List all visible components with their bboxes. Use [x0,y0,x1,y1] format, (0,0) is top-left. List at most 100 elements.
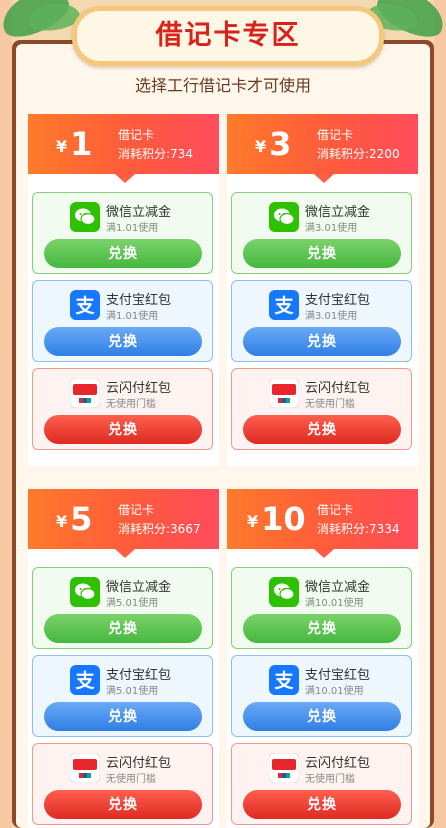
offer-condition: 无使用门槛 [305,399,355,410]
coupon-card: ¥3 借记卡 消耗积分:2200 微信立减金 满3.01使用 兑换 支 支付宝红… [227,114,418,466]
yunshanfu-icon [269,378,299,408]
redeem-button[interactable]: 兑换 [44,239,202,268]
coupon-amount: ¥10 [247,499,306,545]
card-header: ¥5 借记卡 消耗积分:3667 [28,489,219,549]
offer-wechat: 微信立减金 满1.01使用 兑换 [32,192,213,274]
amount-value: 1 [70,125,93,163]
currency-symbol: ¥ [247,512,259,531]
svg-text:支: 支 [273,670,294,692]
redeem-button[interactable]: 兑换 [243,790,401,819]
card-type-label: 借记卡 [317,503,354,517]
alipay-icon: 支 [70,290,100,320]
offer-name: 微信立减金 [106,580,172,595]
redeem-button[interactable]: 兑换 [44,702,202,731]
header-pointer [314,549,334,558]
offer-wechat: 微信立减金 满5.01使用 兑换 [32,567,213,649]
amount-value: 5 [70,500,93,538]
offer-alipay: 支 支付宝红包 满10.01使用 兑换 [231,655,412,737]
redeem-button[interactable]: 兑换 [243,614,401,643]
card-header: ¥1 借记卡 消耗积分:734 [28,114,219,174]
offer-name: 云闪付红包 [106,381,172,396]
points-cost: 消耗积分:734 [118,147,193,161]
currency-symbol: ¥ [56,137,68,156]
header-pointer [314,174,334,183]
offer-alipay: 支 支付宝红包 满1.01使用 兑换 [32,280,213,362]
coupon-card: ¥10 借记卡 消耗积分:7334 微信立减金 满10.01使用 兑换 支 支付… [227,489,418,828]
offer-yunshanfu: 云闪付红包 无使用门槛 兑换 [32,743,213,825]
offer-name: 微信立减金 [106,205,172,220]
offer-condition: 满1.01使用 [106,311,159,322]
offer-name: 支付宝红包 [305,293,371,308]
redeem-button[interactable]: 兑换 [243,415,401,444]
alipay-icon: 支 [70,665,100,695]
card-header: ¥10 借记卡 消耗积分:7334 [227,489,418,549]
offer-alipay: 支 支付宝红包 满3.01使用 兑换 [231,280,412,362]
coupon-card: ¥5 借记卡 消耗积分:3667 微信立减金 满5.01使用 兑换 支 支付宝红… [28,489,219,828]
header-pointer [115,174,135,183]
offer-condition: 无使用门槛 [106,399,156,410]
offer-alipay: 支 支付宝红包 满5.01使用 兑换 [32,655,213,737]
alipay-icon: 支 [269,290,299,320]
offer-wechat: 微信立减金 满10.01使用 兑换 [231,567,412,649]
offer-condition: 满3.01使用 [305,311,358,322]
offer-condition: 满3.01使用 [305,223,358,234]
page-title: 借记卡专区 [155,20,301,51]
offer-yunshanfu: 云闪付红包 无使用门槛 兑换 [32,368,213,450]
card-type-label: 借记卡 [317,128,354,142]
offer-condition: 满5.01使用 [106,686,159,697]
wechat-icon [269,577,299,607]
offer-wechat: 微信立减金 满3.01使用 兑换 [231,192,412,274]
amount-value: 10 [261,500,306,538]
offer-condition: 无使用门槛 [305,774,355,785]
offer-yunshanfu: 云闪付红包 无使用门槛 兑换 [231,368,412,450]
card-header: ¥3 借记卡 消耗积分:2200 [227,114,418,174]
page-subtitle: 选择工行借记卡才可使用 [134,76,311,95]
coupon-amount: ¥3 [255,124,291,170]
redeem-button[interactable]: 兑换 [44,614,202,643]
background-left-strip [0,0,12,828]
offer-condition: 满10.01使用 [305,598,364,609]
offer-name: 云闪付红包 [305,756,371,771]
redeem-button[interactable]: 兑换 [44,415,202,444]
redeem-button[interactable]: 兑换 [243,327,401,356]
alipay-icon: 支 [269,665,299,695]
coupon-amount: ¥1 [56,124,92,170]
card-type-label: 借记卡 [118,503,155,517]
offer-condition: 满10.01使用 [305,686,364,697]
title-banner: 借记卡专区 [72,6,384,66]
offer-name: 支付宝红包 [106,668,172,683]
redeem-button[interactable]: 兑换 [44,327,202,356]
yunshanfu-icon [70,378,100,408]
redeem-button[interactable]: 兑换 [243,702,401,731]
wechat-icon [70,577,100,607]
points-cost: 消耗积分:7334 [317,522,400,536]
wechat-icon [70,202,100,232]
coupon-card: ¥1 借记卡 消耗积分:734 微信立减金 满1.01使用 兑换 支 支付宝红包… [28,114,219,466]
svg-text:支: 支 [273,295,294,317]
background-right-strip [434,0,446,828]
offer-name: 云闪付红包 [305,381,371,396]
currency-symbol: ¥ [255,137,267,156]
card-type-label: 借记卡 [118,128,155,142]
points-cost: 消耗积分:2200 [317,147,400,161]
coupon-amount: ¥5 [56,499,92,545]
offer-name: 支付宝红包 [305,668,371,683]
svg-text:支: 支 [74,295,95,317]
offer-name: 微信立减金 [305,205,371,220]
redeem-button[interactable]: 兑换 [243,239,401,268]
offer-name: 微信立减金 [305,580,371,595]
yunshanfu-icon [70,753,100,783]
offer-name: 支付宝红包 [106,293,172,308]
wechat-icon [269,202,299,232]
offer-condition: 满1.01使用 [106,223,159,234]
offer-yunshanfu: 云闪付红包 无使用门槛 兑换 [231,743,412,825]
yunshanfu-icon [269,753,299,783]
offer-condition: 满5.01使用 [106,598,159,609]
points-cost: 消耗积分:3667 [118,522,201,536]
currency-symbol: ¥ [56,512,68,531]
amount-value: 3 [269,125,292,163]
offer-condition: 无使用门槛 [106,774,156,785]
offer-name: 云闪付红包 [106,756,172,771]
redeem-button[interactable]: 兑换 [44,790,202,819]
header-pointer [115,549,135,558]
